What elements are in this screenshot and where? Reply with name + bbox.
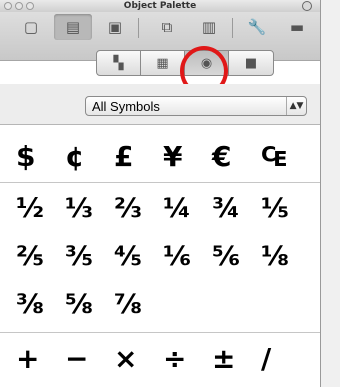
symbol-item[interactable]: ⅖ bbox=[16, 234, 65, 278]
chart-tool-button[interactable]: ▥ bbox=[190, 14, 228, 40]
frame-tool-button[interactable]: ⧉ bbox=[148, 14, 186, 40]
row-divider bbox=[0, 332, 320, 333]
grid-icon: ▦ bbox=[156, 55, 169, 71]
graphic-tool-button[interactable]: ▤ bbox=[54, 14, 92, 40]
window-title: Object Palette bbox=[123, 1, 197, 11]
text-tool-icon: ▢ bbox=[23, 18, 39, 36]
briefcase-button[interactable]: ▬ bbox=[278, 14, 316, 40]
symbol-row: ½ ⅓ ⅔ ¼ ¾ ⅕ bbox=[0, 186, 320, 230]
image-icon: ■ bbox=[244, 55, 258, 71]
symbol-row: ⅖ ⅗ ⅘ ⅙ ⅚ ⅛ bbox=[0, 234, 320, 278]
symbol-item[interactable]: ⅛ bbox=[261, 234, 310, 278]
symbol-category-dropdown[interactable]: All Symbols ▲▼ bbox=[85, 96, 307, 116]
symbol-item[interactable]: £ bbox=[114, 134, 163, 178]
symbol-item[interactable]: + bbox=[16, 336, 65, 380]
toolbar-divider bbox=[232, 18, 233, 38]
wrench-button[interactable]: 🔧 bbox=[238, 14, 276, 40]
symbol-item[interactable]: ⅝ bbox=[65, 282, 114, 326]
seg-cell-image[interactable]: ■ bbox=[229, 51, 273, 75]
seg-cell-copy[interactable]: ▚ bbox=[97, 51, 141, 75]
symbol-item[interactable]: ⅔ bbox=[114, 186, 163, 230]
filter-bar: All Symbols ▲▼ bbox=[0, 84, 320, 125]
dropdown-label: All Symbols bbox=[92, 98, 160, 114]
symbol-item[interactable]: ¼ bbox=[163, 186, 212, 230]
toolbar-divider bbox=[138, 18, 139, 38]
text-tool-button[interactable]: ▢ bbox=[12, 14, 50, 40]
chevron-updown-icon: ▲▼ bbox=[286, 97, 306, 115]
symbol-row: $ ¢ £ ¥ € ₠ bbox=[0, 134, 320, 178]
symbol-item[interactable]: ¢ bbox=[65, 134, 114, 178]
symbol-row: ⅜ ⅝ ⅞ bbox=[0, 282, 320, 326]
briefcase-icon: ▬ bbox=[289, 18, 305, 36]
symbol-item[interactable]: ⅘ bbox=[114, 234, 163, 278]
copy-icon: ▚ bbox=[113, 55, 124, 71]
symbol-item[interactable]: ⅙ bbox=[163, 234, 212, 278]
symbol-item[interactable]: ⅓ bbox=[65, 186, 114, 230]
symbol-item[interactable]: − bbox=[65, 336, 114, 380]
symbol-item[interactable]: ÷ bbox=[163, 336, 212, 380]
wrench-icon: 🔧 bbox=[247, 18, 267, 36]
symbol-item[interactable]: $ bbox=[16, 134, 65, 178]
frame-tool-icon: ⧉ bbox=[161, 18, 173, 36]
symbol-row: + − × ÷ ± / bbox=[0, 336, 320, 380]
symbol-item[interactable]: ⅗ bbox=[65, 234, 114, 278]
symbol-grid: $ ¢ £ ¥ € ₠ ½ ⅓ ⅔ ¼ ¾ ⅕ ⅖ ⅗ ⅘ ⅙ ⅚ ⅛ ⅜ ⅝ … bbox=[0, 124, 320, 387]
symbol-item[interactable]: ⅜ bbox=[16, 282, 65, 326]
copy-tool-icon: ▣ bbox=[107, 18, 123, 36]
symbol-item[interactable]: ⅚ bbox=[212, 234, 261, 278]
symbol-item[interactable]: / bbox=[261, 336, 310, 380]
chart-tool-icon: ▥ bbox=[201, 18, 217, 36]
symbol-item[interactable]: ± bbox=[212, 336, 261, 380]
object-palette-window: Object Palette ▢ ▤ ▣ ⧉ ▥ 🔧 ▬ ▚ ▦ ◉ ■ All… bbox=[0, 0, 321, 387]
symbol-item[interactable]: ⅕ bbox=[261, 186, 310, 230]
symbol-item[interactable]: € bbox=[212, 134, 261, 178]
seg-cell-grid[interactable]: ▦ bbox=[141, 51, 185, 75]
symbol-item[interactable]: ¥ bbox=[163, 134, 212, 178]
symbol-item[interactable]: ₠ bbox=[261, 134, 310, 178]
row-divider bbox=[0, 182, 320, 183]
symbol-item[interactable]: ⅞ bbox=[114, 282, 163, 326]
symbol-item[interactable]: ½ bbox=[16, 186, 65, 230]
toolbar-toggle-button[interactable] bbox=[302, 1, 312, 11]
title-bar: Object Palette bbox=[0, 0, 320, 12]
graphic-tool-icon: ▤ bbox=[65, 18, 81, 36]
symbol-item[interactable]: × bbox=[114, 336, 163, 380]
copy-tool-button[interactable]: ▣ bbox=[96, 14, 134, 40]
background-area bbox=[320, 0, 340, 387]
symbol-item[interactable]: ¾ bbox=[212, 186, 261, 230]
